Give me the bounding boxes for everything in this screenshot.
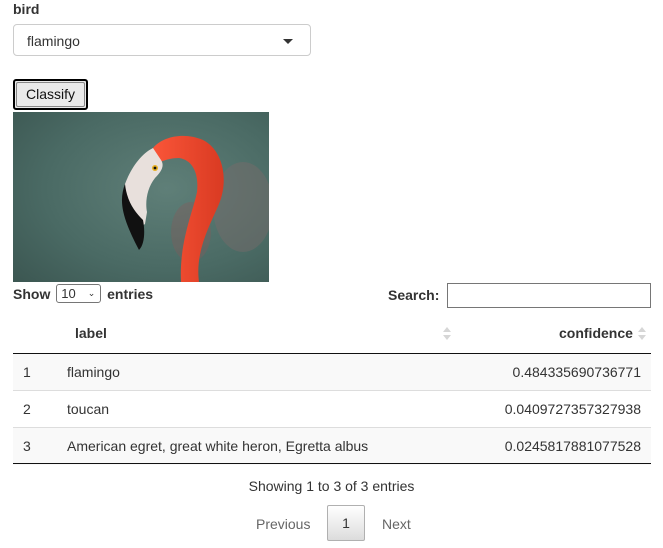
table-info: Showing 1 to 3 of 3 entries <box>248 478 415 494</box>
sort-icon[interactable] <box>443 327 451 341</box>
table-row: 1 flamingo 0.484335690736771 <box>13 354 651 391</box>
row-confidence: 0.0245817881077528 <box>504 438 641 454</box>
pagination-previous[interactable]: Previous <box>256 516 310 532</box>
pagination-next[interactable]: Next <box>382 516 411 532</box>
bird-image <box>13 112 269 282</box>
column-header-confidence[interactable]: confidence <box>559 325 633 341</box>
table-row: 2 toucan 0.0409727357327938 <box>13 391 651 428</box>
page-length-select[interactable]: 10 ⌄ <box>56 284 102 303</box>
table-header <box>13 318 651 354</box>
row-index: 3 <box>23 438 31 454</box>
show-label: Show <box>13 286 51 302</box>
bird-select[interactable]: flamingo <box>13 24 311 56</box>
flamingo-photo <box>13 112 269 282</box>
column-header-label[interactable]: label <box>75 325 107 341</box>
row-label: flamingo <box>67 364 120 380</box>
chevron-down-icon: ⌄ <box>87 288 96 298</box>
pagination-page-1[interactable]: 1 <box>327 505 365 541</box>
row-confidence: 0.0409727357327938 <box>504 401 641 417</box>
caret-down-icon <box>283 39 293 44</box>
row-label: toucan <box>67 401 110 417</box>
search-input[interactable] <box>447 283 651 308</box>
search-label: Search: <box>388 287 440 303</box>
row-label: American egret, great white heron, Egret… <box>67 438 369 454</box>
bird-select-value: flamingo <box>27 33 80 49</box>
classify-button[interactable]: Classify <box>13 79 88 110</box>
bird-field-label: bird <box>13 1 40 17</box>
entries-label: entries <box>107 286 154 302</box>
row-index: 1 <box>23 364 31 380</box>
page-length-value: 10 <box>61 286 76 301</box>
sort-icon[interactable] <box>638 327 646 341</box>
row-index: 2 <box>23 401 31 417</box>
table-bottom-rule <box>13 463 651 464</box>
page-length-control: Show 10 ⌄ entries <box>13 284 153 304</box>
table-row: 3 American egret, great white heron, Egr… <box>13 428 651 465</box>
row-confidence: 0.484335690736771 <box>512 364 641 380</box>
